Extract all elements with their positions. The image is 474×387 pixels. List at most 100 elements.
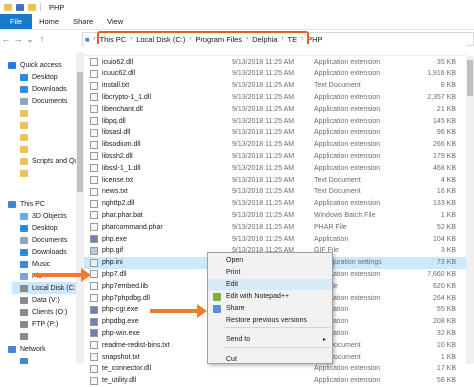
tab-file[interactable]: File xyxy=(0,14,33,29)
sidebar-item[interactable] xyxy=(12,119,83,131)
context-menu-label: Send to xyxy=(226,336,251,343)
context-menu-item[interactable]: Send to ▸ xyxy=(208,334,332,345)
breadcrumb-this-pc[interactable]: This PC xyxy=(98,35,129,44)
sidebar-item[interactable] xyxy=(12,330,83,342)
file-name: readme-redist-bins.txt xyxy=(102,341,170,349)
file-name: php.ini xyxy=(102,259,123,267)
sidebar-item[interactable]: 3D Objects xyxy=(12,210,83,222)
forward-arrow-icon[interactable]: → xyxy=(12,34,24,44)
file-icon xyxy=(90,105,98,114)
sidebar-item[interactable]: Music xyxy=(12,258,83,270)
file-name: phpdbg.exe xyxy=(102,318,139,326)
file-size: 208 KB xyxy=(433,318,456,326)
breadcrumb-local-disk[interactable]: Local Disk (C:) xyxy=(134,35,187,44)
file-row[interactable]: libssh2.dll 9/13/2018 11:25 AM Application… xyxy=(84,150,466,162)
sidebar-scrollbar[interactable] xyxy=(76,52,84,364)
file-size: 3 KB xyxy=(440,247,456,255)
context-menu-item[interactable]: Cut xyxy=(208,354,332,365)
context-menu-item[interactable]: Edit with Notepad++ xyxy=(208,291,332,302)
sidebar-item[interactable]: Desktop xyxy=(12,222,83,234)
tab-view[interactable]: View xyxy=(100,14,130,29)
file-icon xyxy=(90,176,98,184)
sidebar-item[interactable]: Clients (O:) xyxy=(12,306,83,318)
file-row[interactable]: icuio62.dll 9/13/2018 11:25 AM Application… xyxy=(84,56,466,68)
file-row[interactable]: libsasl.dll 9/13/2018 11:25 AM Application… xyxy=(84,127,466,139)
file-icon xyxy=(90,152,98,161)
sidebar-item[interactable]: Downloads xyxy=(12,83,83,95)
sidebar-item[interactable]: Downloads xyxy=(12,246,83,258)
file-type: Application extension xyxy=(314,377,381,385)
sidebar-item[interactable] xyxy=(12,131,83,143)
back-arrow-icon[interactable]: ← xyxy=(0,34,12,44)
breadcrumb-te[interactable]: TE xyxy=(286,35,300,44)
pc-icon: ■ xyxy=(85,34,90,44)
file-type: Application extension xyxy=(314,105,381,113)
context-menu-item[interactable]: Share xyxy=(208,303,332,314)
sidebar-item-label: Documents xyxy=(32,97,68,105)
sidebar-item[interactable] xyxy=(12,167,83,179)
context-menu-item[interactable]: Edit xyxy=(208,279,332,290)
file-row[interactable]: icuuc62.dll 9/13/2018 11:25 AM Application… xyxy=(84,68,466,80)
sidebar-item-label: Desktop xyxy=(32,73,58,81)
file-size: 7,660 KB xyxy=(427,270,456,278)
context-menu-label: Open xyxy=(226,257,244,264)
scrollbar-thumb[interactable] xyxy=(467,60,473,96)
recent-chevron-icon[interactable]: ⌄ xyxy=(24,34,36,45)
file-row[interactable]: libssl-1_1.dll 9/13/2018 11:25 AM Applicat… xyxy=(84,162,466,174)
file-row[interactable]: libpq.dll 9/13/2018 11:25 AM Application e… xyxy=(84,115,466,127)
sidebar-item[interactable]: Network xyxy=(0,343,83,355)
new-folder-icon[interactable] xyxy=(28,3,36,11)
file-icon xyxy=(90,376,98,385)
sidebar-item[interactable] xyxy=(12,107,83,119)
context-menu-item[interactable]: Open xyxy=(208,255,332,266)
sidebar-item-label: Music xyxy=(32,260,51,268)
context-menu-item[interactable]: Restore previous versions xyxy=(208,315,332,326)
file-row[interactable]: install.txt 9/13/2018 11:25 AM Text Docume… xyxy=(84,80,466,92)
file-size: 1 KB xyxy=(440,353,456,361)
tab-home[interactable]: Home xyxy=(32,14,66,29)
file-row[interactable]: libsodium.dll 9/13/2018 11:25 AM Applicati… xyxy=(84,139,466,151)
scrollbar-thumb[interactable] xyxy=(77,72,83,192)
sidebar-item-label: Documents xyxy=(32,236,68,244)
network-drive-icon xyxy=(20,332,28,340)
context-menu-item[interactable]: Print xyxy=(208,267,332,278)
breadcrumb-delphia[interactable]: Delphia xyxy=(250,35,279,44)
file-name: libsasl.dll xyxy=(102,129,131,137)
context-menu-label: Share xyxy=(226,305,245,312)
up-arrow-icon[interactable]: ↑ xyxy=(36,34,48,44)
file-row[interactable]: news.txt 9/13/2018 11:25 AM Text Document 1… xyxy=(84,186,466,198)
file-row[interactable]: libcrypto-1_1.dll 9/13/2018 11:25 AM Appli… xyxy=(84,91,466,103)
file-list-scrollbar[interactable] xyxy=(466,56,474,364)
file-row[interactable]: license.txt 9/13/2018 11:25 AM Text Docume… xyxy=(84,174,466,186)
breadcrumb-php[interactable]: PHP xyxy=(305,35,324,44)
sidebar-item-label: Clients (O:) xyxy=(32,308,68,316)
sidebar-item[interactable]: This PC xyxy=(0,198,83,210)
sidebar-item[interactable]: Quick access xyxy=(0,59,83,71)
file-row[interactable]: te_utility.dll Application extension 58 KB xyxy=(84,375,466,387)
sidebar-item[interactable] xyxy=(12,355,83,364)
file-row[interactable]: php.exe 9/13/2018 11:25 AM Application 104 … xyxy=(84,233,466,245)
tab-share[interactable]: Share xyxy=(66,14,100,29)
file-row[interactable]: pharcommand.phar 9/13/2018 11:25 AM PHAR F… xyxy=(84,221,466,233)
file-size: 1 KB xyxy=(440,211,456,219)
file-icon xyxy=(90,341,98,350)
sidebar-item-label: 3D Objects xyxy=(32,212,67,220)
sidebar-item[interactable] xyxy=(12,143,83,155)
context-menu: Open Print Edit Edit with Notepad++ Share Res… xyxy=(207,252,333,364)
sidebar-item[interactable]: Documents xyxy=(12,95,83,107)
sidebar-item[interactable]: Desktop xyxy=(12,71,83,83)
save-icon[interactable] xyxy=(16,3,24,11)
file-type: Application extension xyxy=(314,58,381,66)
sidebar-item[interactable]: Documents xyxy=(12,234,83,246)
file-row[interactable]: libenchant.dll 9/13/2018 11:25 AM Applicat… xyxy=(84,103,466,115)
sidebar-item[interactable]: Data (V:) xyxy=(12,294,83,306)
documents-folder-icon xyxy=(20,97,28,105)
file-row[interactable]: phar.phar.bat 9/13/2018 11:25 AM Windows B… xyxy=(84,209,466,221)
file-row[interactable]: nghttp2.dll 9/13/2018 11:25 AM Application… xyxy=(84,198,466,210)
sidebar-item[interactable]: Local Disk (C:) xyxy=(12,282,83,294)
file-type: Application extension xyxy=(314,129,381,137)
sidebar-item[interactable]: Scripts and Quer xyxy=(12,155,83,167)
breadcrumb-program-files[interactable]: Program Files xyxy=(193,35,244,44)
share-icon xyxy=(213,304,221,313)
sidebar-item[interactable]: FTP (P:) xyxy=(12,318,83,330)
